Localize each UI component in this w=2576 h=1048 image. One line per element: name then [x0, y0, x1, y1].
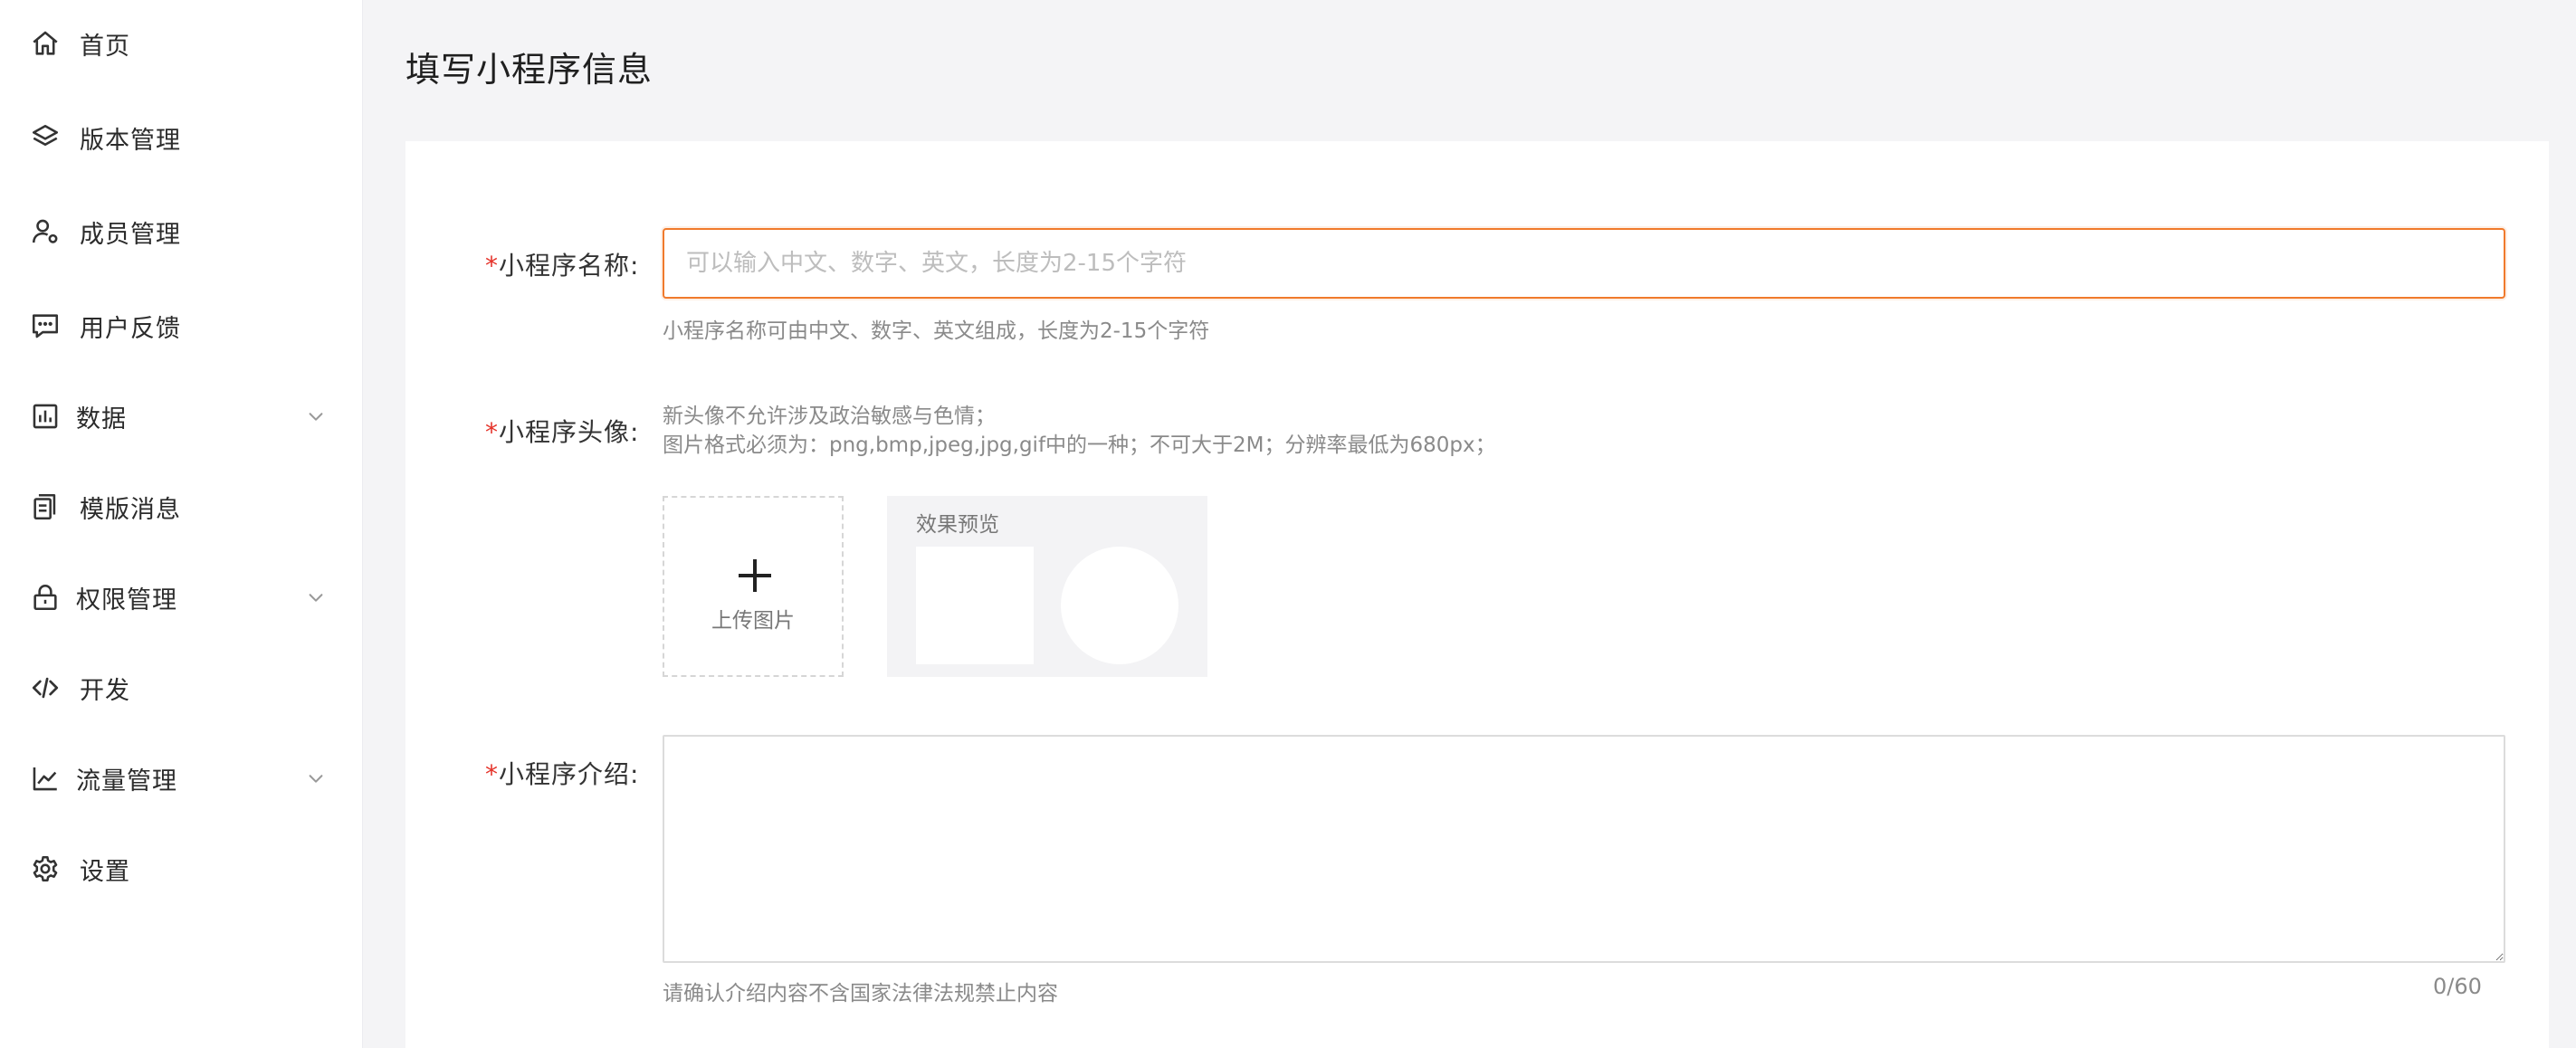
copy-document-icon: [29, 491, 62, 523]
user-settings-icon: [29, 215, 62, 248]
sidebar-item-traffic-management[interactable]: 流量管理: [0, 742, 362, 815]
message-icon: [29, 310, 62, 342]
avatar-field-label: *小程序头像:: [485, 417, 640, 447]
sidebar-item-member-management[interactable]: 成员管理: [0, 195, 362, 268]
plus-icon: [739, 559, 771, 592]
name-hint: 小程序名称可由中文、数字、英文组成，长度为2-15个字符: [663, 319, 1210, 343]
sidebar-item-label: 版本管理: [80, 126, 181, 155]
sidebar-item-label: 流量管理: [76, 767, 177, 796]
sidebar-item-template-message[interactable]: 模版消息: [0, 471, 362, 543]
chevron-down-icon: [309, 594, 323, 602]
upload-image-button[interactable]: 上传图片: [663, 496, 844, 677]
avatar-preview: 效果预览: [887, 496, 1207, 677]
chevron-down-icon: [309, 775, 323, 783]
lock-icon: [29, 581, 62, 614]
layers-icon: [29, 121, 62, 154]
line-chart-icon: [29, 762, 62, 795]
sidebar-item-label: 开发: [80, 676, 130, 705]
preview-circle: [1061, 547, 1178, 664]
upload-label: 上传图片: [711, 609, 795, 633]
gear-icon: [29, 853, 62, 885]
char-counter: 0/60: [2433, 974, 2482, 999]
sidebar-item-label: 用户反馈: [80, 314, 181, 343]
sidebar-item-label: 数据: [76, 405, 127, 433]
required-mark: *: [485, 417, 499, 447]
sidebar-item-develop[interactable]: 开发: [0, 652, 362, 724]
name-input[interactable]: [663, 228, 2505, 299]
sidebar: 首页 版本管理 成员管理 用户反馈 数据 模版消息 权限管理 开发 流量管理 设…: [0, 0, 363, 1048]
code-icon: [29, 672, 62, 704]
required-mark: *: [485, 251, 499, 281]
sidebar-item-label: 成员管理: [80, 220, 181, 249]
intro-textarea[interactable]: [663, 735, 2505, 963]
name-field-label: *小程序名称:: [485, 251, 640, 281]
preview-square: [916, 547, 1034, 664]
home-icon: [29, 27, 62, 60]
avatar-hint-line2: 图片格式必须为：png,bmp,jpeg,jpg,gif中的一种；不可大于2M；…: [663, 433, 1496, 457]
sidebar-item-data[interactable]: 数据: [0, 380, 362, 453]
sidebar-item-label: 模版消息: [80, 495, 181, 524]
chevron-down-icon: [309, 413, 323, 421]
sidebar-item-settings[interactable]: 设置: [0, 833, 362, 905]
avatar-hint-line1: 新头像不允许涉及政治敏感与色情；: [663, 405, 996, 428]
bar-chart-icon: [29, 400, 62, 433]
sidebar-item-version-management[interactable]: 版本管理: [0, 101, 362, 174]
page-title: 填写小程序信息: [405, 50, 654, 90]
sidebar-item-home[interactable]: 首页: [0, 7, 362, 80]
sidebar-item-label: 权限管理: [76, 586, 177, 615]
sidebar-item-label: 设置: [80, 857, 130, 886]
required-mark: *: [485, 759, 499, 789]
sidebar-item-permission-management[interactable]: 权限管理: [0, 561, 362, 634]
intro-hint: 请确认介绍内容不含国家法律法规禁止内容: [663, 982, 1058, 1005]
sidebar-item-label: 首页: [80, 32, 130, 61]
sidebar-item-user-feedback[interactable]: 用户反馈: [0, 290, 362, 362]
intro-field-label: *小程序介绍:: [485, 759, 640, 789]
preview-label: 效果预览: [916, 513, 999, 537]
